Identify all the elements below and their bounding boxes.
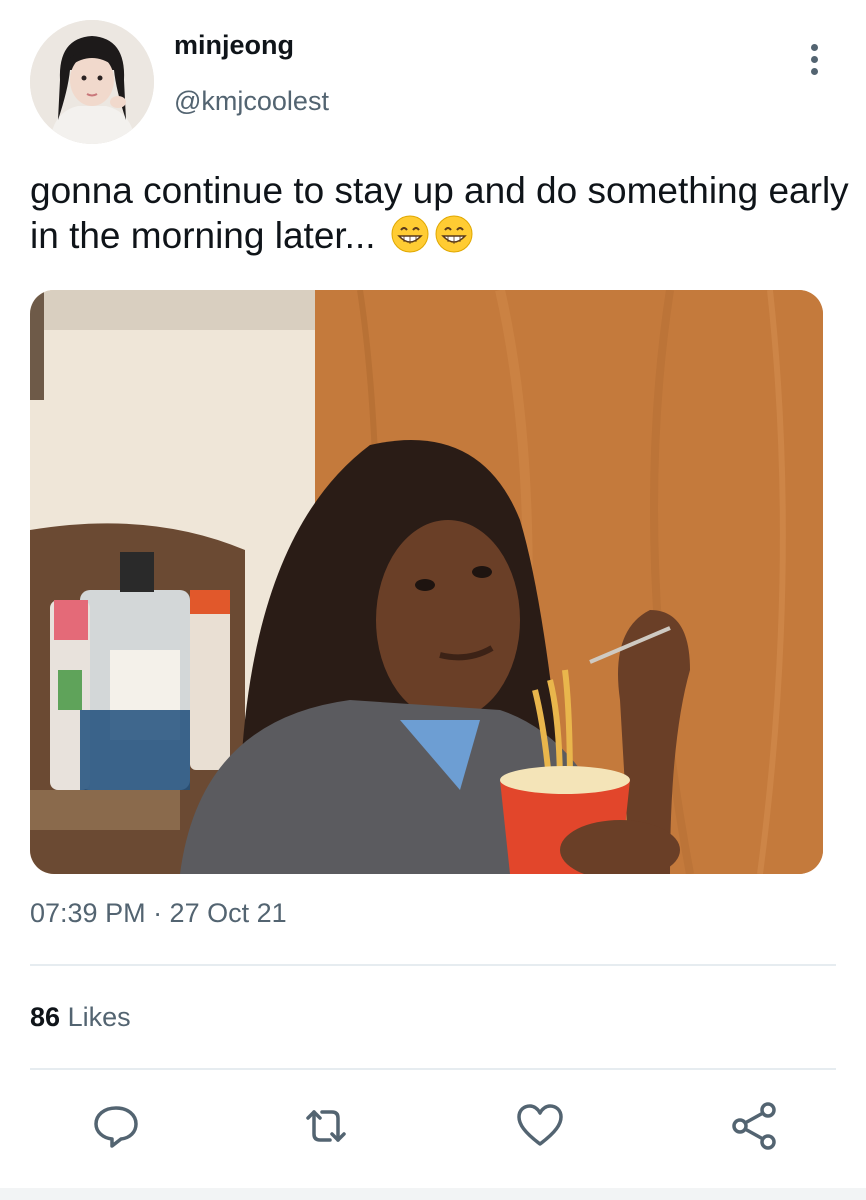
- more-options-icon[interactable]: [800, 40, 830, 80]
- share-icon: [732, 1102, 776, 1150]
- bottom-strip: [0, 1188, 866, 1200]
- divider: [30, 964, 836, 966]
- likes-count[interactable]: 86 Likes: [30, 1002, 131, 1033]
- tweet-media-photo[interactable]: [30, 290, 823, 874]
- grinning-face-emoji-icon: [391, 215, 429, 253]
- avatar-photo: [30, 20, 154, 144]
- meme-photo: [30, 290, 823, 874]
- retweet-icon: [306, 1110, 346, 1142]
- likes-label: Likes: [67, 1002, 131, 1032]
- avatar[interactable]: [30, 20, 154, 144]
- user-handle[interactable]: @kmjcoolest: [174, 86, 329, 117]
- tweet-timestamp[interactable]: 07:39 PM · 27 Oct 21: [30, 898, 287, 929]
- speech-bubble-icon: [94, 1106, 138, 1148]
- divider: [30, 1068, 836, 1070]
- grinning-face-emoji-icon: [435, 215, 473, 253]
- share-button[interactable]: [728, 1100, 780, 1152]
- reply-button[interactable]: [90, 1100, 142, 1152]
- tweet-text-container: gonna continue to stay up and do somethi…: [30, 168, 850, 258]
- like-button[interactable]: [514, 1100, 566, 1152]
- retweet-button[interactable]: [300, 1100, 352, 1152]
- display-name[interactable]: minjeong: [174, 30, 294, 61]
- likes-number: 86: [30, 1002, 61, 1032]
- heart-icon: [517, 1104, 563, 1146]
